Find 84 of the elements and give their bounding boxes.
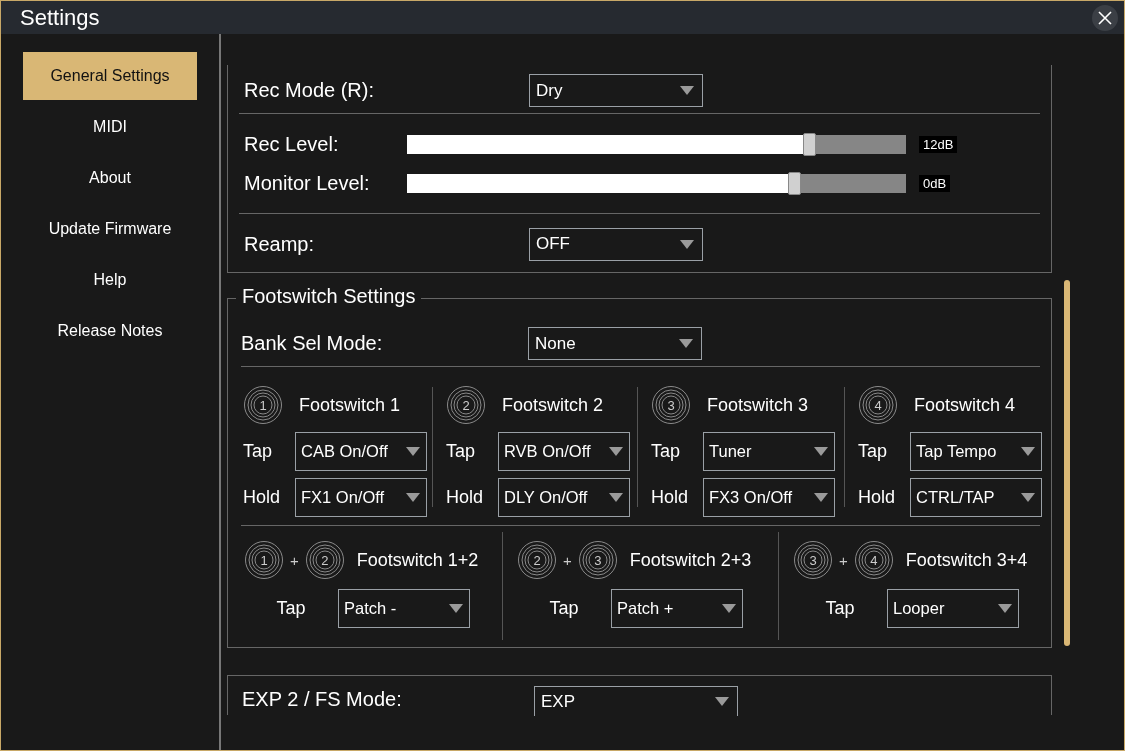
action-label: Tap	[446, 441, 477, 462]
dropdown-arrow-icon	[814, 447, 828, 456]
footswitch-number: 3	[666, 396, 676, 415]
sidebar-item[interactable]: General Settings	[23, 52, 197, 100]
action-label: Hold	[651, 487, 690, 508]
dropdown-arrow-icon	[1021, 493, 1035, 502]
window-title: Settings	[20, 4, 100, 31]
footswitch-number: 3	[808, 551, 818, 570]
footswitch-title: Footswitch 3+4	[905, 549, 1028, 571]
hold-action-dropdown[interactable]: DLY On/Off	[498, 478, 630, 517]
action-label: Tap	[548, 598, 580, 619]
hold-action-dropdown[interactable]: CTRL/TAP	[910, 478, 1042, 517]
plus-sign: +	[563, 551, 572, 569]
scrollbar[interactable]	[1064, 280, 1070, 646]
action-label: Hold	[243, 487, 282, 508]
action-label: Tap	[858, 441, 889, 462]
footswitch-title: Footswitch 1	[299, 394, 401, 416]
dropdown-arrow-icon	[715, 697, 729, 706]
tap-action-dropdown[interactable]: CAB On/Off	[295, 432, 427, 471]
tap-action-dropdown[interactable]: Tap Tempo	[910, 432, 1042, 471]
footswitch-number: 2	[532, 551, 542, 570]
setting-label: Rec Mode (R):	[243, 79, 376, 102]
plus-sign: +	[290, 551, 299, 569]
footswitch-number: 2	[461, 396, 471, 415]
reamp-dropdown[interactable]: OFF	[529, 227, 703, 261]
tap-action-dropdown[interactable]: RVB On/Off	[498, 432, 630, 471]
action-label: Tap	[651, 441, 682, 462]
dropdown-arrow-icon	[609, 493, 623, 502]
rec-mode-dropdown[interactable]: Dry	[529, 74, 703, 107]
slider-thumb[interactable]	[803, 132, 817, 156]
sidebar-item[interactable]: Release Notes	[23, 307, 197, 355]
dropdown-arrow-icon	[998, 604, 1012, 613]
action-label: Tap	[275, 598, 307, 619]
dropdown-arrow-icon	[680, 239, 694, 249]
bank-sel-mode-dropdown[interactable]: None	[528, 327, 702, 360]
tap-action-dropdown[interactable]: Looper	[887, 589, 1019, 628]
dropdown-arrow-icon	[722, 604, 736, 613]
sidebar-item[interactable]: MIDI	[23, 103, 197, 151]
footswitch-title: Footswitch 3	[707, 394, 809, 416]
dropdown-arrow-icon	[680, 86, 694, 95]
footswitch-title: Footswitch 2+3	[629, 549, 752, 571]
sidebar-item[interactable]: Help	[23, 256, 197, 304]
footswitch-number: 4	[873, 396, 883, 415]
level-reading: 0dB	[919, 174, 951, 192]
footswitch-number: 1	[258, 396, 268, 415]
dropdown-arrow-icon	[679, 339, 693, 348]
level-slider[interactable]	[407, 134, 906, 154]
setting-label: EXP 2 / FS Mode:	[242, 688, 403, 711]
exp-mode-dropdown[interactable]: EXP	[534, 686, 738, 716]
action-label: Hold	[446, 487, 485, 508]
setting-label: Reamp:	[243, 232, 316, 256]
slider-thumb[interactable]	[788, 171, 802, 195]
action-label: Hold	[858, 487, 897, 508]
sidebar-item[interactable]: Update Firmware	[23, 205, 197, 253]
slider-label: Rec Level:	[243, 132, 340, 156]
plus-sign: +	[839, 551, 848, 569]
dropdown-arrow-icon	[814, 493, 828, 502]
footswitch-number: 3	[593, 551, 603, 570]
hold-action-dropdown[interactable]: FX1 On/Off	[295, 478, 427, 517]
footswitch-number: 2	[320, 551, 330, 570]
action-label: Tap	[824, 598, 856, 619]
hold-action-dropdown[interactable]: FX3 On/Off	[703, 478, 835, 517]
setting-label: Bank Sel Mode:	[241, 332, 384, 355]
tap-action-dropdown[interactable]: Patch -	[338, 589, 470, 628]
dropdown-arrow-icon	[1021, 447, 1035, 456]
footswitch-title: Footswitch 4	[914, 394, 1016, 416]
level-reading: 12dB	[919, 135, 958, 153]
tap-action-dropdown[interactable]: Tuner	[703, 432, 835, 471]
dropdown-arrow-icon	[449, 604, 463, 613]
level-slider[interactable]	[407, 173, 906, 193]
footswitch-number: 1	[259, 551, 269, 570]
tap-action-dropdown[interactable]: Patch +	[611, 589, 743, 628]
dropdown-arrow-icon	[609, 447, 623, 456]
footswitch-title: Footswitch 1+2	[356, 549, 479, 571]
footswitch-title: Footswitch 2	[502, 394, 604, 416]
section-title: Footswitch Settings	[236, 285, 422, 308]
close-icon	[1098, 10, 1112, 25]
dropdown-arrow-icon	[406, 447, 420, 456]
action-label: Tap	[243, 441, 274, 462]
close-button[interactable]	[1092, 4, 1118, 31]
sidebar-item[interactable]: About	[23, 154, 197, 202]
dropdown-arrow-icon	[406, 493, 420, 502]
slider-label: Monitor Level:	[243, 171, 371, 195]
footswitch-number: 4	[869, 551, 879, 570]
